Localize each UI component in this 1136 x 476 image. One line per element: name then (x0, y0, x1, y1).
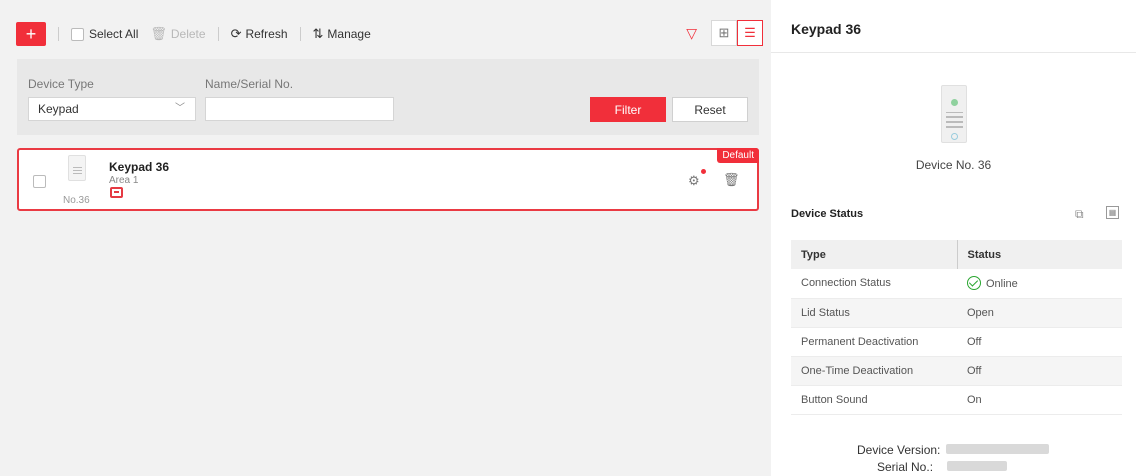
delete-device-icon[interactable]: 🗑 (723, 172, 740, 188)
device-type-value: Keypad (38, 102, 79, 116)
table-row: Permanent Deactivation Off (791, 327, 1122, 357)
row-type: Lid Status (791, 298, 957, 328)
lid-open-icon (110, 187, 123, 198)
notification-dot (701, 169, 706, 174)
device-number-label: Device No. 36 (915, 158, 992, 172)
toolbar-divider (299, 27, 301, 41)
tree-view-button[interactable]: ⊞ (711, 20, 737, 46)
device-status-title: Device Status (791, 208, 864, 220)
row-type: Permanent Deactivation (791, 327, 957, 357)
manage-button[interactable]: ⇅ Manage (313, 26, 371, 42)
redacted-serial (947, 461, 1007, 471)
default-badge: Default (717, 148, 759, 163)
detail-title: Keypad 36 (791, 21, 862, 37)
add-button[interactable]: + (16, 22, 46, 46)
name-serial-input[interactable] (205, 97, 394, 121)
device-card[interactable]: No.36 Keypad 36 Area 1 Default ⚙ 🗑 (17, 148, 759, 211)
toolbar-divider (217, 27, 219, 41)
expand-icon[interactable]: ⧉ (1075, 207, 1084, 222)
redacted-version (946, 444, 1049, 454)
row-type: Button Sound (791, 385, 957, 415)
keys-graphic (946, 112, 963, 128)
table-row: One-Time Deactivation Off (791, 356, 1122, 386)
row-type: One-Time Deactivation (791, 356, 957, 386)
device-area: Area 1 (109, 175, 139, 186)
keypad-image (941, 85, 967, 143)
refresh-icon: ⟳ (230, 26, 242, 41)
check-circle-icon (967, 276, 981, 291)
toolbar-divider (58, 27, 59, 41)
select-all-label: Select All (89, 27, 139, 41)
row-status: Off (957, 356, 1122, 386)
row-status: Open (957, 298, 1122, 328)
sort-icon: ⇅ (312, 26, 324, 41)
device-type-label: Device Type (28, 77, 94, 91)
device-checkbox[interactable] (33, 175, 46, 188)
device-number: No.36 (63, 195, 90, 206)
device-status-table: Type Status Connection Status Online Lid… (791, 240, 1122, 415)
detail-divider (771, 52, 1136, 53)
online-label: Online (986, 278, 1018, 291)
filter-panel: Device Type Name/Serial No. Keypad ﹀ Fil… (17, 59, 759, 135)
manage-label: Manage (327, 27, 371, 41)
row-type: Connection Status (791, 269, 957, 299)
delete-label: Delete (170, 27, 206, 41)
device-name: Keypad 36 (109, 160, 170, 174)
view-controls: ▽ ⊞ ☰ (686, 20, 763, 46)
tree-icon: ⊞ (718, 25, 730, 40)
row-status: On (957, 385, 1122, 415)
name-serial-label: Name/Serial No. (205, 77, 294, 91)
button-ring (951, 133, 958, 140)
table-row: Button Sound On (791, 385, 1122, 415)
device-type-select[interactable]: Keypad ﹀ (28, 97, 196, 121)
filter-toggle-icon[interactable]: ▽ (686, 25, 697, 42)
device-version-label: Device Version: (857, 443, 941, 457)
trash-icon: 🗑 (150, 26, 167, 41)
device-list-panel: + Select All 🗑 Delete ⟳ Refresh ⇅ Manage… (0, 0, 771, 476)
status-led (951, 99, 958, 106)
qr-code-icon[interactable]: ▦ (1106, 206, 1119, 219)
select-all-checkbox[interactable]: Select All (71, 27, 138, 41)
plus-icon: + (25, 23, 37, 44)
chevron-down-icon: ﹀ (175, 103, 185, 114)
refresh-button[interactable]: ⟳ Refresh (231, 26, 288, 42)
header-type: Type (791, 240, 957, 269)
reset-button[interactable]: Reset (672, 97, 748, 122)
row-status: Online (957, 269, 1122, 299)
header-status: Status (956, 240, 1122, 269)
filter-button[interactable]: Filter (590, 97, 666, 122)
settings-icon[interactable]: ⚙ (688, 173, 700, 189)
refresh-label: Refresh (245, 27, 288, 41)
list-view-button[interactable]: ☰ (737, 20, 763, 46)
delete-button[interactable]: 🗑 Delete (150, 26, 205, 42)
table-row: Lid Status Open (791, 298, 1122, 328)
checkbox-icon (71, 27, 84, 41)
row-status: Off (957, 327, 1122, 357)
list-icon: ☰ (744, 25, 756, 40)
toolbar: + Select All 🗑 Delete ⟳ Refresh ⇅ Manage… (8, 12, 763, 56)
serial-no-label: Serial No.: (877, 460, 934, 474)
table-row: Connection Status Online (791, 269, 1122, 299)
device-detail-panel: Keypad 36 Device No. 36 Device Status ⧉ … (771, 0, 1136, 476)
keypad-thumbnail-icon (68, 155, 86, 181)
